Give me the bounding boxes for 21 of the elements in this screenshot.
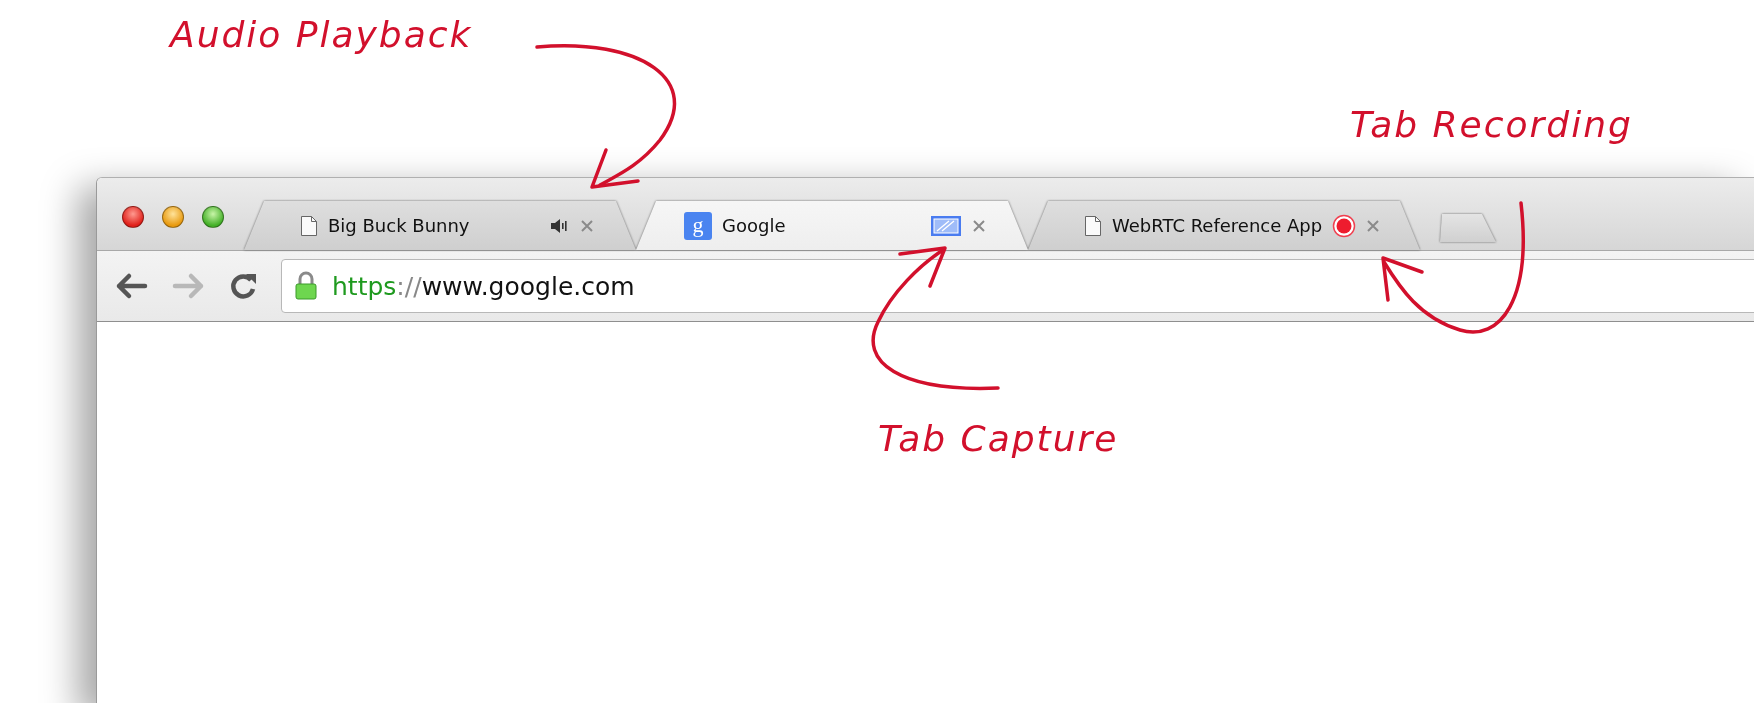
close-icon[interactable] (972, 218, 986, 233)
browser-tab[interactable]: g Google (636, 201, 1028, 250)
record-icon (1332, 213, 1357, 238)
site-favicon: g (684, 211, 712, 240)
zoom-window-button[interactable] (202, 206, 224, 228)
close-window-button[interactable] (122, 206, 144, 228)
close-icon[interactable] (1366, 218, 1381, 233)
document-icon (1084, 214, 1102, 237)
browser-tab[interactable]: Big Buck Bunny (244, 201, 636, 250)
speaker-icon (550, 216, 570, 235)
minimize-window-button[interactable] (162, 206, 184, 228)
url-text: https://www.google.com (332, 271, 635, 301)
annotation-label: Tab Recording (1350, 104, 1633, 145)
document-icon (300, 214, 318, 237)
browser-tab[interactable]: WebRTC Reference App (1028, 201, 1420, 250)
screen-capture-icon (930, 214, 962, 237)
address-bar[interactable]: https://www.google.com (281, 259, 1754, 313)
close-icon[interactable] (580, 218, 594, 233)
annotation-label: Tab Capture (878, 418, 1119, 459)
annotation-label: Audio Playback (170, 14, 473, 55)
back-arrow-icon[interactable] (115, 272, 149, 300)
